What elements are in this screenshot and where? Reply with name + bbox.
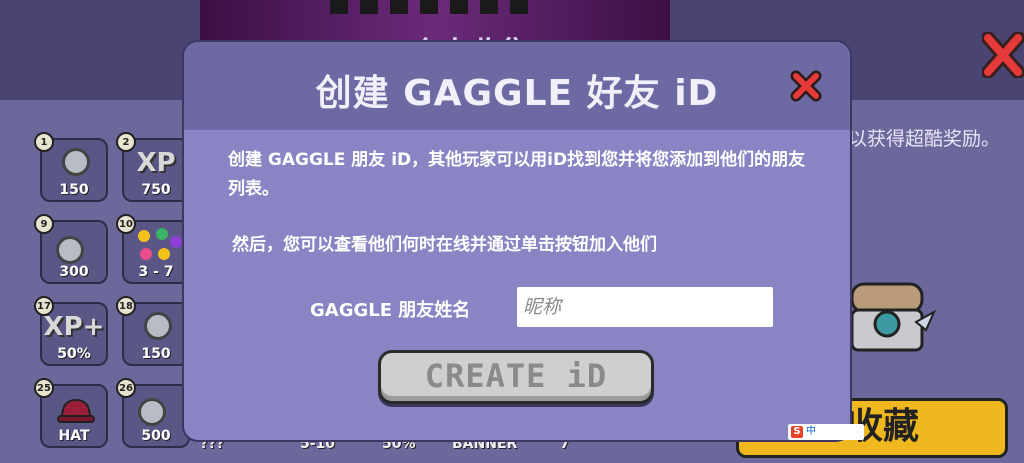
create-friend-id-dialog: 创建 GAGGLE 好友 iD 创建 GAGGLE 朋友 iD，其他玩家可以用i…	[184, 42, 850, 440]
reward-number: 25	[34, 378, 54, 398]
dialog-title: 创建 GAGGLE 好友 iD	[315, 73, 719, 114]
ime-toolbar[interactable]: S中	[788, 424, 864, 440]
confetti-icon	[138, 228, 182, 260]
reward-label: HAT	[58, 428, 90, 444]
reward-label: 50%	[57, 346, 91, 362]
create-id-button[interactable]: CREATE iD	[378, 350, 654, 404]
friend-name-label: GAGGLE 朋友姓名	[310, 300, 471, 321]
dialog-description-join: 然后，您可以查看他们何时在线并通过单击按钮加入他们	[232, 235, 657, 255]
reward-label: 750	[141, 182, 171, 198]
reward-tile[interactable]: 17 XP+ 50%	[34, 296, 108, 366]
dialog-header: 创建 GAGGLE 好友 iD	[184, 42, 850, 130]
reward-tile[interactable]: 10 3 - 7	[116, 214, 190, 284]
coin-icon	[62, 148, 90, 176]
coin-icon	[144, 312, 172, 340]
reward-number: 26	[116, 378, 136, 398]
close-icon[interactable]	[790, 70, 822, 102]
reward-label: 150	[59, 182, 89, 198]
reward-tile[interactable]: 25 HAT	[34, 378, 108, 448]
dialog-description: 创建 GAGGLE 朋友 iD，其他玩家可以用iD找到您并将您添加到他们的朋友列…	[228, 150, 806, 199]
ime-mode: 中	[806, 426, 816, 437]
friend-name-input[interactable]	[517, 287, 773, 327]
reward-number: 9	[34, 214, 54, 234]
reward-label: 300	[59, 264, 89, 280]
coin-stack-icon	[138, 398, 166, 426]
treasure-chest-icon	[850, 282, 936, 352]
reward-label: 500	[141, 428, 171, 444]
reward-tile[interactable]: 2 XP 750	[116, 132, 190, 202]
xp-icon: XP	[136, 148, 176, 178]
reward-tile[interactable]: 1 150	[34, 132, 108, 202]
reward-label: 3 - 7	[138, 264, 174, 280]
background-close-icon[interactable]	[982, 32, 1024, 78]
xp-boost-icon: XP+	[43, 312, 105, 342]
reward-tile[interactable]: 26 500	[116, 378, 190, 448]
reward-tile[interactable]: 18 150	[116, 296, 190, 366]
background-side-text: 以获得超酷奖励。	[848, 128, 1001, 150]
sogou-ime-icon: S	[791, 426, 803, 438]
reward-number: 1	[34, 132, 54, 152]
reward-tile[interactable]: 9 300	[34, 214, 108, 284]
coins-icon	[56, 236, 84, 264]
reward-number: 18	[116, 296, 136, 316]
reward-label: 150	[141, 346, 171, 362]
hat-icon	[57, 398, 95, 423]
